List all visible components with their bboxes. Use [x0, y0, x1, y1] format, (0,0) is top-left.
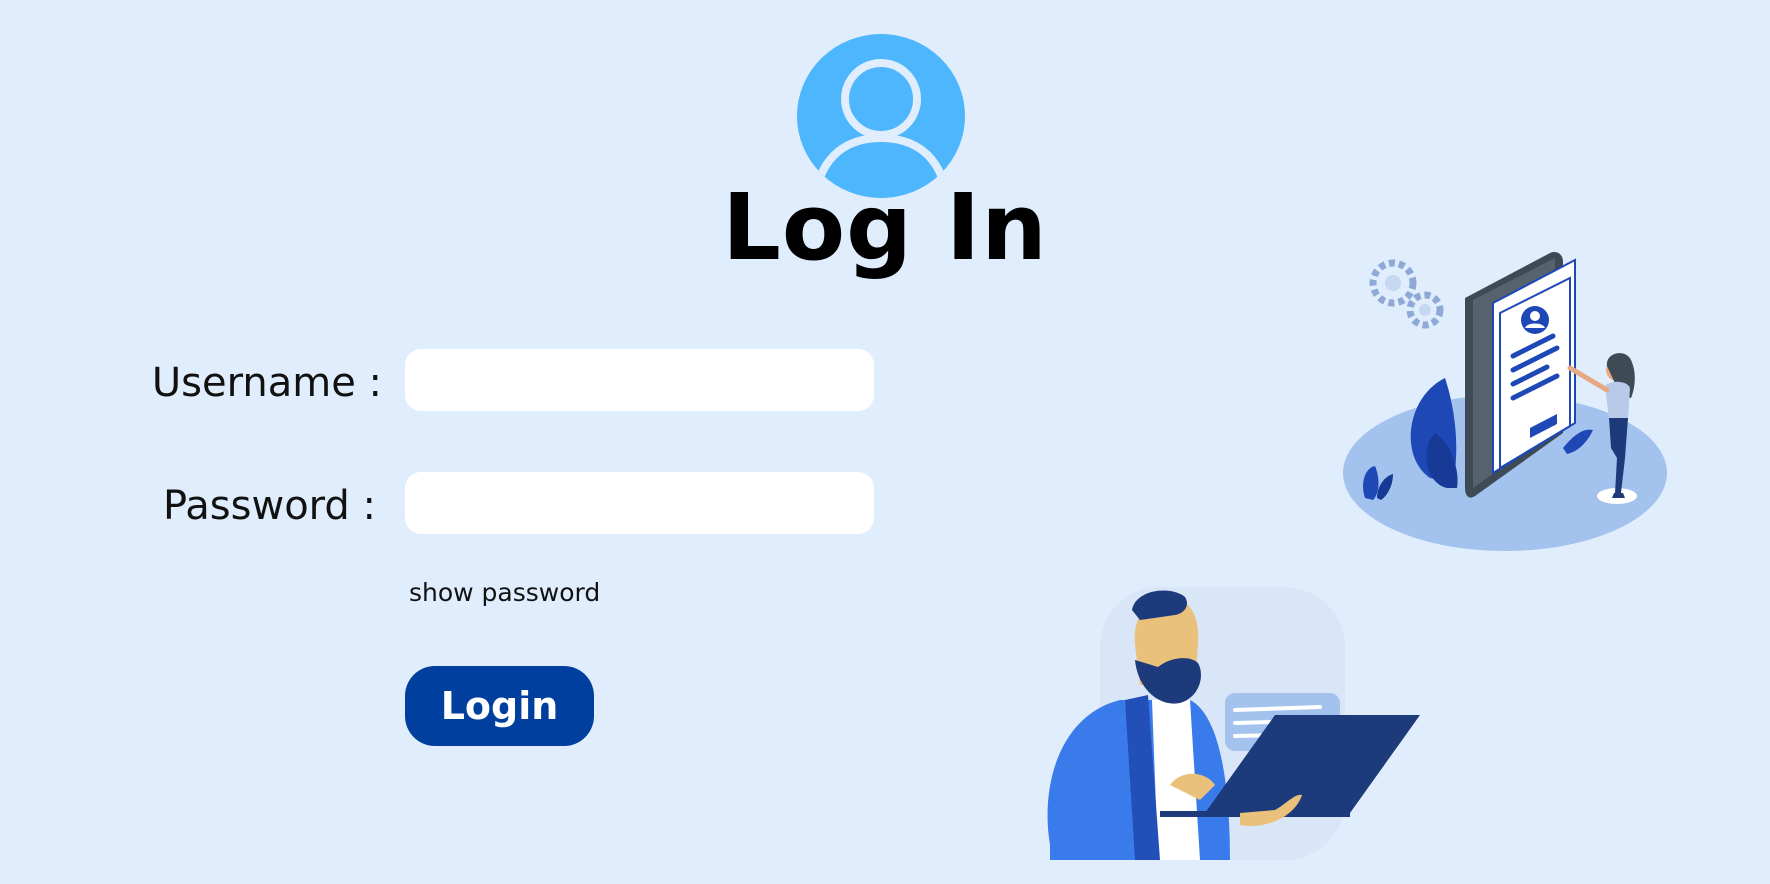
password-label: Password :: [162, 483, 376, 529]
username-label: Username :: [151, 360, 382, 406]
man-with-laptop-illustration: [1047, 587, 1420, 860]
login-button[interactable]: Login: [405, 666, 594, 746]
page-title: Log In: [722, 174, 1048, 281]
show-password-toggle[interactable]: show password: [409, 576, 600, 610]
password-input[interactable]: [405, 472, 874, 534]
username-input[interactable]: [405, 349, 874, 411]
phone-profile-illustration: [1343, 252, 1667, 551]
